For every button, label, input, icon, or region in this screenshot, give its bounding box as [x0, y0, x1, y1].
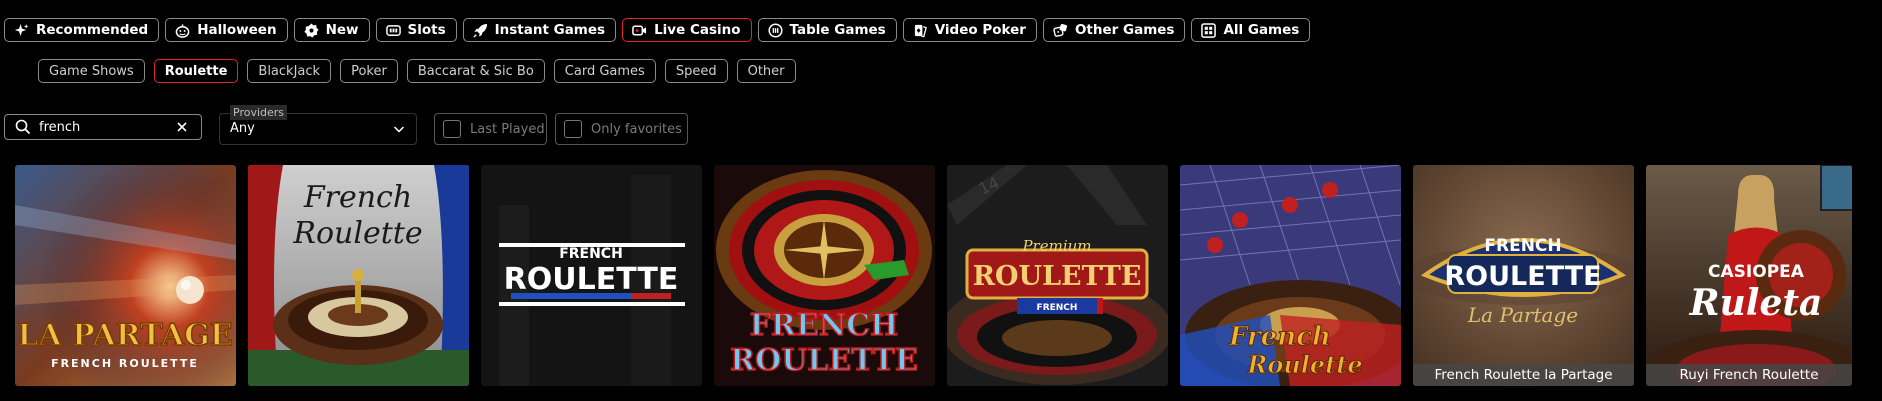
category-label: Other Games [1074, 22, 1175, 38]
providers-label: Providers [230, 105, 288, 120]
game-tile[interactable]: LA PARTAGE FRENCH ROULETTE [15, 165, 236, 386]
category-instant-games[interactable]: Instant Games [462, 18, 617, 42]
subcategory-blackjack[interactable]: BlackJack [247, 59, 332, 83]
cards-icon [913, 23, 928, 38]
game-caption: Ruyi French Roulette [1646, 364, 1852, 386]
category-halloween[interactable]: Halloween [165, 18, 288, 42]
checkbox-box[interactable] [564, 120, 582, 138]
game-tile[interactable]: FRENCH ROULETTE La Partage French Roulet… [1413, 165, 1634, 386]
only-favorites-checkbox[interactable]: Only favorites [555, 113, 688, 145]
game-tile[interactable]: FRENCH ROULETTE [714, 165, 935, 386]
slot-machine-icon [385, 23, 401, 38]
category-label: Live Casino [654, 22, 741, 38]
subcategory-speed[interactable]: Speed [664, 59, 728, 83]
category-label: Halloween [197, 22, 277, 38]
grid-icon [1201, 22, 1217, 38]
game-thumbnail [1646, 165, 1852, 386]
chip-icon [768, 22, 783, 38]
search-icon [15, 119, 31, 135]
category-recommended[interactable]: Recommended [4, 18, 160, 42]
providers-value: Any [230, 121, 255, 136]
clear-icon[interactable] [175, 120, 189, 134]
category-live-casino[interactable]: Live Casino [622, 18, 752, 42]
sparkle-icon [14, 23, 29, 38]
only-favorites-label: Only favorites [591, 121, 682, 137]
subcategory-roulette[interactable]: Roulette [153, 59, 239, 83]
game-caption: French Roulette la Partage [1413, 364, 1634, 386]
new-badge-icon [304, 22, 319, 38]
category-label: Video Poker [934, 22, 1026, 38]
category-label: Slots [407, 22, 446, 38]
game-tile[interactable]: French Roulette [1180, 165, 1401, 386]
last-played-label: Last Played [470, 121, 545, 137]
rocket-icon [473, 23, 488, 38]
game-thumbnail [481, 165, 702, 386]
category-label: All Games [1223, 22, 1300, 38]
game-thumbnail [1180, 165, 1401, 386]
chevron-down-icon [393, 126, 405, 133]
checkbox-box[interactable] [443, 120, 461, 138]
subcategory-baccarat-sic-bo[interactable]: Baccarat & Sic Bo [406, 59, 545, 83]
game-thumbnail: 14 [947, 165, 1168, 386]
category-slots[interactable]: Slots [375, 18, 457, 42]
subcategory-other[interactable]: Other [736, 59, 796, 83]
game-thumbnail [248, 165, 469, 386]
category-label: Instant Games [494, 22, 606, 38]
game-tile[interactable]: FRENCH ROULETTE [481, 165, 702, 386]
category-new[interactable]: New [293, 18, 370, 42]
category-all-games[interactable]: All Games [1191, 18, 1311, 42]
game-tile[interactable]: French Roulette [248, 165, 469, 386]
game-tile[interactable]: 14 Premium ROULETTE FRENCH [947, 165, 1168, 386]
category-label: Recommended [36, 22, 149, 38]
category-table-games[interactable]: Table Games [757, 18, 897, 42]
category-nav: Recommended Halloween New Slots Instant … [4, 18, 1311, 44]
subcategory-nav: Game Shows Roulette BlackJack Poker Bacc… [38, 59, 796, 83]
category-label: New [325, 22, 359, 38]
subcategory-game-shows[interactable]: Game Shows [38, 59, 145, 83]
category-video-poker[interactable]: Video Poker [902, 18, 1037, 42]
search-input[interactable] [37, 118, 171, 136]
category-other-games[interactable]: Other Games [1042, 18, 1186, 42]
dice-icon [1053, 23, 1068, 38]
subcategory-poker[interactable]: Poker [340, 59, 398, 83]
last-played-checkbox[interactable]: Last Played [434, 113, 547, 145]
live-camera-icon [632, 23, 647, 38]
game-thumbnail [714, 165, 935, 386]
category-label: Table Games [789, 22, 886, 38]
game-tile[interactable]: CASIOPEA Ruleta Ruyi French Roulette [1646, 165, 1852, 386]
subcategory-card-games[interactable]: Card Games [553, 59, 656, 83]
search-box [4, 114, 202, 140]
game-thumbnail [15, 165, 236, 386]
pumpkin-icon [175, 23, 190, 38]
providers-select[interactable]: Providers Any [219, 105, 417, 145]
game-thumbnail [1413, 165, 1634, 386]
